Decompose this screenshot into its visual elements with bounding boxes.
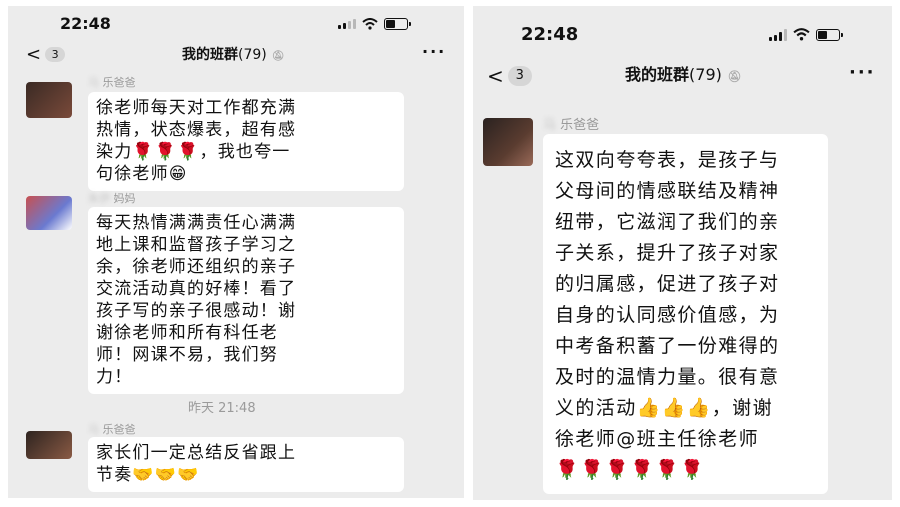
chevron-left-icon: < [487,64,504,88]
signal-icon [338,19,356,29]
status-bar-icons [338,18,411,30]
member-count: (79) [238,47,267,63]
avatar[interactable] [26,196,72,230]
message-bubble[interactable]: 家长们一定总结反省跟上 节奏🤝🤝🤝 [88,437,404,492]
sender-name: 朱伊 妈妈 [88,192,136,205]
mute-bell-icon: 🔕︎ [727,70,742,83]
battery-icon [384,18,411,30]
message-bubble[interactable]: 这双向夸夸表，是孩子与 父母间的情感联结及精神 纽带，它滋润了我们的亲 子关系，… [543,134,828,494]
status-bar-icons [769,28,843,41]
right-chat-screenshot: 22:48 < 3 我的班群(79) 🔕︎ ··· 马 乐爸爸 这双向夸夸表，是… [473,6,892,500]
back-button[interactable]: < 3 [26,44,66,65]
timestamp: 昨天 21:48 [188,401,256,416]
sender-name: 马 乐爸爸 [88,76,136,89]
sender-name: 马 乐爸爸 [88,423,136,436]
avatar[interactable] [483,118,533,166]
avatar[interactable] [26,431,72,459]
battery-icon [816,28,843,41]
member-count: (79) [689,65,722,84]
status-time: 22:48 [60,14,111,33]
unread-badge: 3 [507,66,532,86]
chat-title: 我的班群(79) 🔕︎ [182,47,285,63]
wifi-icon [793,28,810,41]
more-options-button[interactable]: ··· [849,62,876,83]
back-button[interactable]: < 3 [487,64,532,88]
unread-badge: 3 [45,47,66,62]
avatar[interactable] [26,82,72,118]
mute-bell-icon: 🔕︎ [271,51,285,62]
left-chat-screenshot: 22:48 < 3 我的班群(79) 🔕︎ ··· 马 乐爸爸 徐老师每天对工作… [8,6,464,498]
message-bubble[interactable]: 徐老师每天对工作都充满 热情，状态爆表，超有感 染力🌹🌹🌹，我也夸一 句徐老师😁 [88,92,404,191]
wifi-icon [362,18,378,30]
message-bubble[interactable]: 每天热情满满责任心满满 地上课和监督孩子学习之 余，徐老师还组织的亲子 交流活动… [88,207,404,394]
chat-title: 我的班群(79) 🔕︎ [625,65,742,84]
sender-name: 马 乐爸爸 [543,118,600,133]
status-time: 22:48 [521,24,579,45]
signal-icon [769,28,787,41]
chevron-left-icon: < [26,44,42,65]
more-options-button[interactable]: ··· [422,42,446,61]
